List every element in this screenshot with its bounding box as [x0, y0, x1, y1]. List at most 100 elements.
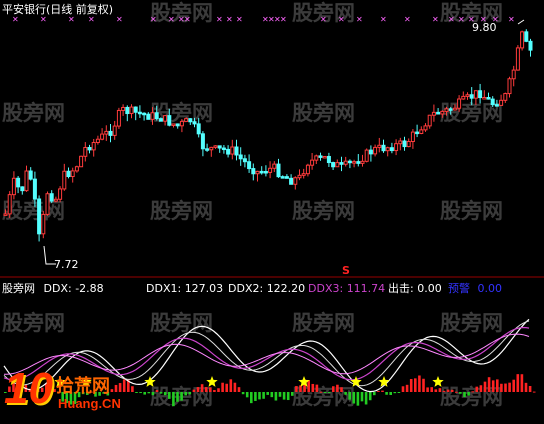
candle-body — [7, 194, 12, 215]
ddx-bar — [217, 388, 220, 392]
ddx-bar — [229, 379, 233, 392]
watermark-text: 股旁网 — [292, 311, 355, 335]
candle-body — [469, 94, 474, 99]
ddx-bar — [225, 383, 228, 392]
candle-body — [175, 123, 180, 127]
candle-body — [427, 114, 432, 127]
candle-body — [305, 164, 310, 175]
candle-body — [373, 146, 378, 155]
ddx-bar — [434, 389, 438, 392]
ddx-bar — [274, 392, 278, 401]
candle-body — [318, 155, 323, 158]
candle-body — [150, 112, 155, 120]
ddx-bar — [192, 389, 196, 392]
chart-canvas[interactable]: 股旁网 股旁网 股旁网股旁网 股旁网 股旁网 股旁网股旁网 股旁网 股旁网 股旁网股旁网 股旁网股… — [0, 0, 544, 424]
candle-body — [108, 130, 113, 136]
ddx-bar — [245, 392, 249, 398]
candlestick-series — [3, 19, 533, 265]
yujing-label: 预警 — [448, 282, 470, 295]
candle-body — [436, 111, 441, 115]
candle-body — [499, 99, 504, 106]
ddx-bar — [409, 379, 413, 392]
watermark-text: 股旁网 — [150, 199, 213, 223]
ddx-bar — [524, 382, 528, 392]
candle-body — [37, 198, 42, 235]
candle-body — [310, 159, 315, 166]
ddx-bar — [528, 386, 532, 392]
candle-body — [263, 170, 268, 174]
high-pointer-line — [517, 19, 525, 25]
ddx-bar — [262, 392, 265, 399]
ddx3-readout: DDX3: 111.74 — [308, 282, 385, 295]
candle-body — [259, 170, 264, 174]
candle-body — [301, 173, 306, 176]
ddx-bar — [139, 392, 142, 394]
ddx-bar — [180, 392, 183, 401]
candle-body — [364, 149, 369, 162]
ddx-bar — [532, 391, 536, 393]
top-signal-mark: ✕ — [404, 15, 411, 24]
ddx-bar — [311, 383, 315, 392]
ddx-bar — [352, 392, 356, 404]
candle-body — [331, 162, 336, 168]
candle-body — [112, 125, 117, 136]
ddx-bar — [278, 392, 282, 397]
watermark-text: 股旁网 — [440, 311, 503, 335]
candle-body — [381, 144, 386, 152]
candle-body — [83, 147, 88, 157]
ddx-bar — [241, 392, 245, 395]
candle-body — [129, 106, 134, 115]
ddx-bar — [385, 392, 388, 395]
candle-body — [196, 123, 201, 135]
candle-body — [24, 170, 29, 192]
candle-body — [297, 174, 302, 179]
top-signal-mark: ✕ — [356, 15, 363, 24]
ddx-bar — [159, 392, 163, 394]
candle-body — [394, 143, 399, 152]
candle-body — [398, 140, 403, 145]
ddx-bar — [237, 387, 241, 392]
candle-body — [137, 111, 142, 115]
high-price-label: 9.80 — [472, 21, 497, 34]
candle-body — [171, 123, 176, 126]
candle-body — [268, 167, 273, 173]
candle-body — [28, 170, 33, 180]
candle-body — [368, 149, 373, 155]
candle-body — [234, 146, 239, 156]
ddx-bar — [282, 392, 286, 400]
ddx-bar — [356, 392, 360, 406]
stock-chart-window[interactable]: 股旁网 股旁网 股旁网 股旁网 股旁网 股旁网 股旁网 股旁网 股旁网 股旁网 股旁网 股旁网 股旁网股… — [0, 0, 544, 424]
candle-body — [217, 145, 222, 149]
candle-body — [280, 176, 285, 179]
ddx-bar — [258, 392, 261, 400]
ddx-bar — [266, 392, 269, 395]
top-signal-mark: ✕ — [184, 15, 191, 24]
candle-body — [58, 188, 63, 200]
ddx-bar — [307, 380, 310, 392]
ddx-bar — [315, 384, 319, 392]
ddx-bar — [504, 383, 507, 392]
price-chart-title: 平安银行(日线 前复权) — [2, 3, 114, 16]
top-signal-mark: ✕ — [40, 15, 47, 24]
ddx-bar — [209, 387, 212, 392]
indicator-title: 股旁网 — [2, 282, 35, 295]
candle-body — [410, 131, 415, 143]
candle-body — [507, 78, 512, 95]
ddx-bar — [299, 385, 302, 392]
top-signal-mark: ✕ — [150, 15, 157, 24]
ddx-bar — [479, 385, 483, 392]
ddx-bar — [332, 386, 335, 392]
candle-body — [335, 162, 340, 168]
candle-body — [440, 110, 445, 115]
ddx-bar — [368, 392, 372, 401]
candle-body — [326, 155, 331, 164]
ddx-bar — [163, 392, 167, 396]
candle-body — [87, 147, 92, 151]
ddx-bar — [135, 392, 138, 393]
candle-body — [402, 140, 407, 148]
candle-body — [457, 98, 462, 109]
ddx-bar — [270, 392, 274, 398]
site-logo: 10 拾荒网 Huang.CN — [2, 364, 132, 422]
ddx-bar — [336, 384, 339, 392]
ddx-bar — [364, 392, 368, 405]
